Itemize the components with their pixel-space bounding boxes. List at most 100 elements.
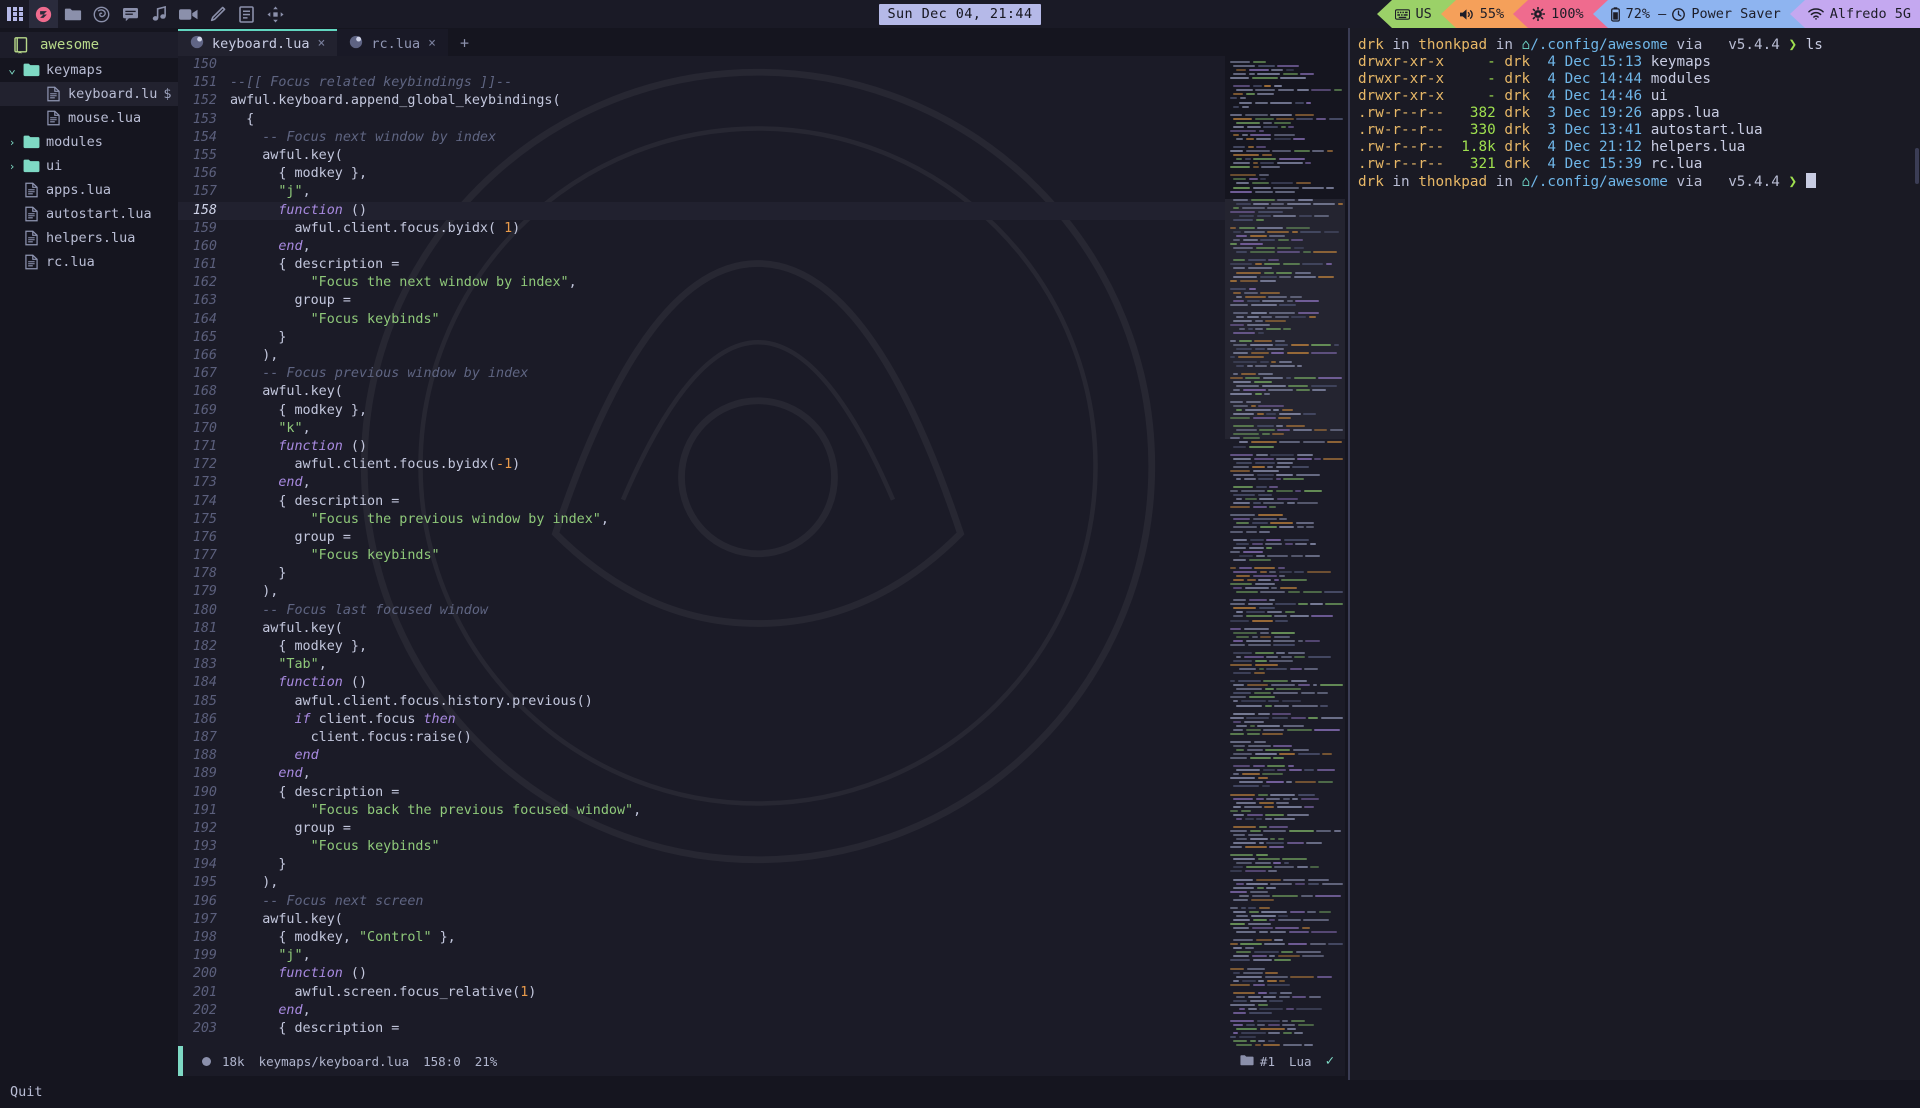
code-line: 168 awful.key( — [178, 383, 1348, 401]
cursor-position: 158:0 — [423, 1054, 475, 1069]
tab-keyboard-lua[interactable]: keyboard.lua× — [178, 29, 337, 56]
file-time: 15:13 — [1599, 54, 1642, 70]
firefox-icon[interactable] — [87, 0, 116, 28]
line-number: 159 — [178, 220, 230, 238]
line-content: client.focus:raise() — [230, 729, 472, 747]
tray-label: Alfredo 5G — [1830, 6, 1911, 22]
tray-segment-wifi[interactable]: Alfredo 5G — [1790, 0, 1920, 28]
file-icon — [20, 206, 42, 222]
line-content: "k", — [230, 420, 311, 438]
chevron-closed-icon[interactable]: › — [4, 160, 20, 173]
line-number: 166 — [178, 347, 230, 365]
line-number: 174 — [178, 493, 230, 511]
language-indicator[interactable]: Lua — [1289, 1054, 1312, 1069]
tray-segment-keyboard[interactable]: US — [1377, 0, 1441, 28]
line-content: "Focus back the previous focused window"… — [230, 802, 641, 820]
folder-icon — [20, 135, 42, 149]
code-line: 185 awful.client.focus.history.previous(… — [178, 693, 1348, 711]
line-content: } — [230, 565, 286, 583]
code-line: 193 "Focus keybinds" — [178, 838, 1348, 856]
file-permissions: .rw-r--r-- — [1358, 105, 1444, 121]
file-name: keymaps — [1651, 54, 1711, 70]
line-number: 154 — [178, 129, 230, 147]
line-number: 172 — [178, 456, 230, 474]
terminal-cursor — [1806, 173, 1816, 188]
chat-icon[interactable] — [116, 0, 145, 28]
file-path: keymaps/keyboard.lua — [259, 1054, 424, 1069]
wifi-icon — [1808, 8, 1824, 20]
code-line: 158 function () — [178, 202, 1348, 220]
code-line: 169 { modkey }, — [178, 402, 1348, 420]
tree-item-keymaps[interactable]: ⌄keymaps — [0, 58, 178, 82]
notes-icon[interactable] — [232, 0, 261, 28]
battery-icon — [1611, 7, 1620, 22]
folder-icon[interactable] — [58, 0, 87, 28]
close-icon[interactable]: × — [428, 36, 436, 51]
command-line[interactable]: Quit — [0, 1076, 1348, 1108]
line-number: 162 — [178, 274, 230, 292]
file-name: helpers.lua — [1651, 139, 1746, 155]
tree-item-helpers-lua[interactable]: helpers.lua — [0, 226, 178, 250]
line-content: { modkey }, — [230, 165, 367, 183]
code-line: 174 { description = — [178, 493, 1348, 511]
file-size: - — [1444, 71, 1496, 87]
music-icon[interactable] — [145, 0, 174, 28]
tree-item-autostart-lua[interactable]: autostart.lua — [0, 202, 178, 226]
chevron-open-icon[interactable]: ⌄ — [4, 66, 20, 74]
tree-item-keyboard-lu[interactable]: keyboard.lu$ — [0, 82, 178, 106]
terminal-listing-row: .rw-r--r-- 330 drk 3 Dec 13:41 autostart… — [1358, 122, 1920, 139]
code-line: 190 { description = — [178, 784, 1348, 802]
line-number: 169 — [178, 402, 230, 420]
file-owner: drk — [1504, 105, 1530, 121]
new-tab-button[interactable]: + — [448, 29, 481, 56]
file-time: 21:12 — [1599, 139, 1642, 155]
code-minimap[interactable] — [1225, 56, 1345, 1046]
file-tree: ⌄keymapskeyboard.lu$mouse.lua›modules›ui… — [0, 58, 178, 274]
line-content: group = — [230, 292, 351, 310]
line-number: 175 — [178, 511, 230, 529]
line-content: -- Focus previous window by index — [230, 365, 528, 383]
terminal-window[interactable]: drk in thonkpad in ⌂/.config/awesome via… — [1348, 28, 1920, 1080]
line-number: 168 — [178, 383, 230, 401]
project-root[interactable]: awesome — [0, 32, 178, 58]
tray-segment-brightness[interactable]: 100% — [1513, 0, 1593, 28]
home-icon: ⌂ — [1522, 37, 1531, 53]
folder-icon — [1240, 1054, 1254, 1069]
line-content: "Focus keybinds" — [230, 547, 440, 565]
tree-item-label: apps.lua — [42, 182, 111, 198]
close-icon[interactable]: × — [318, 36, 326, 51]
emacs-icon[interactable] — [29, 0, 58, 28]
modified-indicator-icon — [202, 1057, 211, 1066]
file-name: rc.lua — [1651, 156, 1703, 172]
check-icon: ✓ — [1326, 1053, 1334, 1069]
video-icon[interactable] — [174, 0, 203, 28]
tray-segment-volume[interactable]: 55% — [1441, 0, 1513, 28]
buffer-indicator[interactable]: #1 — [1240, 1054, 1275, 1069]
pencil-icon[interactable] — [203, 0, 232, 28]
line-content: { modkey }, — [230, 402, 367, 420]
layout-icon[interactable] — [261, 0, 290, 28]
code-line: 157 "j", — [178, 183, 1348, 201]
tree-item-mouse-lua[interactable]: mouse.lua — [0, 106, 178, 130]
code-line: 192 group = — [178, 820, 1348, 838]
tab-label: rc.lua — [371, 36, 420, 52]
file-type-icon — [349, 35, 363, 53]
file-links: 4 — [1547, 88, 1556, 104]
terminal-scrollbar[interactable] — [1915, 148, 1919, 184]
powerline-separator — [1513, 0, 1528, 28]
clock-small-icon — [1672, 8, 1688, 21]
tree-item-modules[interactable]: ›modules — [0, 130, 178, 154]
tab-rc-lua[interactable]: rc.lua × — [337, 29, 448, 56]
line-number: 167 — [178, 365, 230, 383]
code-editor[interactable]: 150151--[[ Focus related keybindings ]]-… — [178, 56, 1348, 1046]
app-grid-icon[interactable] — [0, 0, 29, 28]
tree-item-rc-lua[interactable]: rc.lua — [0, 250, 178, 274]
volume-icon — [1459, 8, 1474, 21]
chevron-closed-icon[interactable]: › — [4, 136, 20, 149]
tree-item-apps-lua[interactable]: apps.lua — [0, 178, 178, 202]
tree-item-ui[interactable]: ›ui — [0, 154, 178, 178]
line-content: awful.client.focus.history.previous() — [230, 693, 593, 711]
tray-segment-battery[interactable]: 72% – Power Saver — [1593, 0, 1790, 28]
line-number: 156 — [178, 165, 230, 183]
file-type-icon — [190, 35, 204, 53]
